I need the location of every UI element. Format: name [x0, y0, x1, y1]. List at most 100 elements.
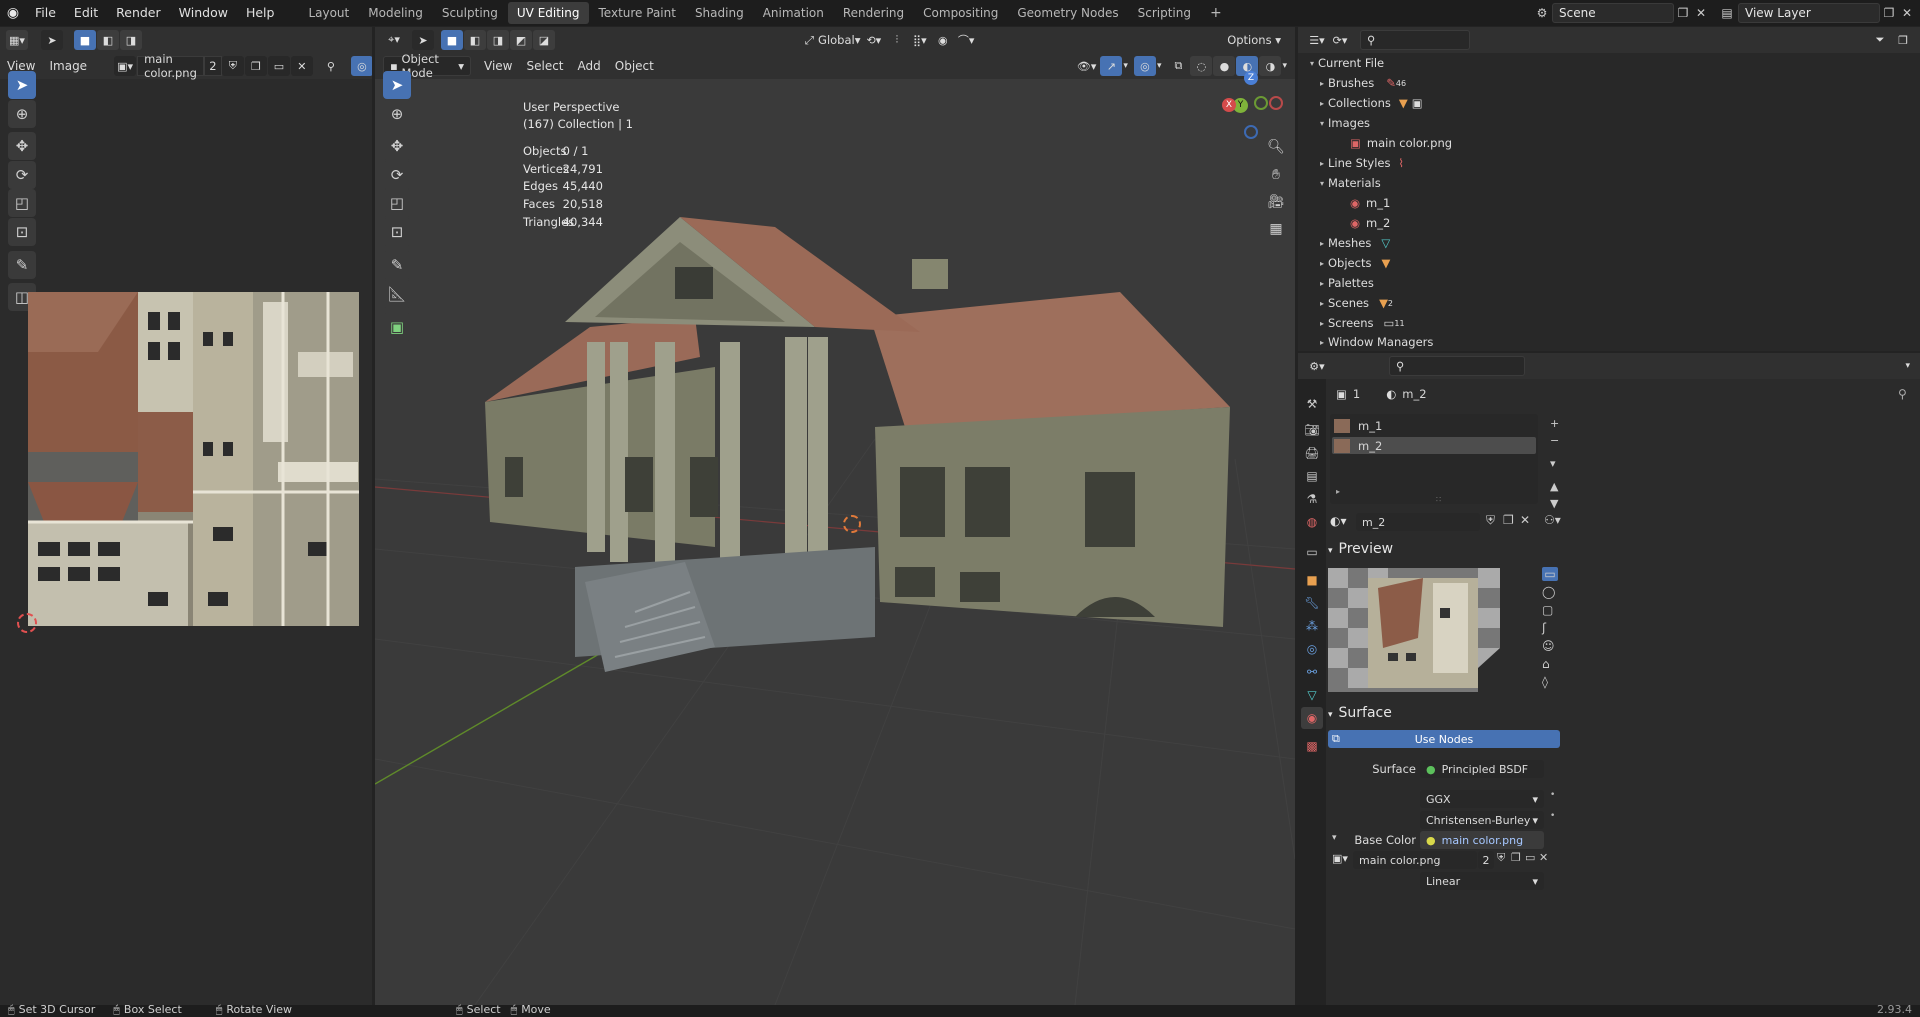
menu-render[interactable]: Render [107, 0, 170, 26]
base-image-open-icon[interactable]: ▭ [1525, 851, 1535, 864]
snap-target-icon[interactable]: ⣿▾ [909, 30, 931, 50]
pivot-point-icon[interactable]: ⟲▾ [863, 30, 885, 50]
select-tool-icon[interactable]: ➤ [41, 30, 63, 50]
properties-options-icon[interactable]: ▾ [1905, 361, 1910, 371]
menu-edit[interactable]: Edit [65, 0, 107, 26]
proportional-edit-icon[interactable]: ◉ [932, 30, 954, 50]
vp-select-box-tool[interactable]: ➤ [383, 71, 411, 99]
distribution-dropdown[interactable]: GGX ▾ [1420, 790, 1544, 808]
slot-list-expand-icon[interactable]: ▸ [1336, 487, 1340, 496]
material-slot-m2[interactable]: m_2 [1332, 437, 1536, 454]
base-image-fake-user-icon[interactable]: ⛨ [1497, 851, 1505, 865]
interpolation-dropdown[interactable]: Linear ▾ [1420, 872, 1544, 890]
data-tab-icon[interactable]: ▽ [1301, 684, 1323, 706]
constraints-tab-icon[interactable]: ⚯ [1301, 661, 1323, 683]
remove-slot-icon[interactable]: − [1550, 434, 1559, 447]
tab-texture-paint[interactable]: Texture Paint [590, 2, 685, 24]
outliner-search-input[interactable]: ⚲ [1360, 30, 1470, 50]
tab-scripting[interactable]: Scripting [1129, 2, 1200, 24]
vp-zoom-icon[interactable]: 🔍︎ [1264, 135, 1288, 159]
scene-icon[interactable]: ⚙ [1532, 6, 1552, 20]
outliner-item-m2[interactable]: ◉ m_2 [1350, 215, 1650, 231]
vp-rotate-tool[interactable]: ⟳ [383, 161, 411, 189]
preview-flat-icon[interactable]: ▭ [1542, 567, 1558, 581]
fake-user-icon[interactable]: ⛨ [221, 56, 244, 76]
viewport-select-subtract-icon[interactable]: ◨ [487, 30, 509, 50]
transform-orientation-dropdown[interactable]: ⤢ Global ▾ [799, 30, 863, 50]
navigation-gizmo[interactable]: Z Y X [1222, 71, 1295, 141]
annotate-tool[interactable]: ✎ [8, 251, 36, 279]
outliner-editor-type-icon[interactable]: ☰▾ [1306, 30, 1328, 50]
shading-menu-icon[interactable]: ▾ [1282, 61, 1287, 71]
properties-search-input[interactable]: ⚲ [1389, 356, 1525, 376]
new-image-icon[interactable]: ❐ [244, 56, 267, 76]
preview-monkey-icon[interactable]: ☺ [1542, 639, 1558, 653]
overlay-menu-icon[interactable]: ▾ [1157, 61, 1162, 71]
render-tab-icon[interactable]: 📷︎ [1301, 419, 1323, 441]
3d-cursor-icon[interactable] [843, 515, 861, 533]
vp-move-tool[interactable]: ✥ [383, 132, 411, 160]
add-slot-icon[interactable]: + [1550, 417, 1559, 430]
gizmo-toggle-icon[interactable]: ◎ [350, 56, 372, 76]
vp-transform-tool[interactable]: ⊡ [383, 218, 411, 246]
menu-help[interactable]: Help [237, 0, 284, 26]
gizmo-icon[interactable]: ↗ [1100, 56, 1123, 76]
outliner-item-materials[interactable]: ▾ Materials [1316, 175, 1616, 191]
xray-icon[interactable]: ⧉ [1167, 56, 1189, 76]
vp-scale-tool[interactable]: ◰ [383, 189, 411, 217]
slot-menu-icon[interactable]: ▾ [1550, 457, 1559, 470]
outliner-item-images[interactable]: ▾ Images [1316, 115, 1616, 131]
outliner-item-scenes[interactable]: ▸ Scenes ▼ 2 [1316, 295, 1616, 311]
tab-layout[interactable]: Layout [299, 2, 358, 24]
base-image-new-icon[interactable]: ❐ [1511, 851, 1521, 864]
vp-measure-tool[interactable]: 📐︎ [383, 280, 411, 308]
tab-animation[interactable]: Animation [754, 2, 833, 24]
move-tool[interactable]: ✥ [8, 132, 36, 160]
world-tab-icon[interactable]: ◍ [1301, 511, 1323, 533]
material-browse-icon[interactable]: ◐▾ [1330, 514, 1347, 528]
transform-tool[interactable]: ⊡ [8, 218, 36, 246]
viewport-menu-object[interactable]: Object [608, 59, 661, 73]
slot-list-resize-handle[interactable]: ∷ [1436, 495, 1441, 504]
snap-icon[interactable]: ⫶ [886, 30, 908, 50]
viewport-menu-view[interactable]: View [477, 59, 519, 73]
subsurface-keyframe-dot[interactable]: • [1550, 811, 1555, 821]
material-unlink-icon[interactable]: ✕ [1520, 513, 1530, 527]
outliner-item-line-styles[interactable]: ▸ Line Styles ⌇ [1316, 155, 1616, 171]
view-layer-field[interactable]: View Layer [1738, 3, 1880, 23]
tab-shading[interactable]: Shading [686, 2, 753, 24]
move-slot-up-icon[interactable]: ▲ [1550, 480, 1559, 493]
base-color-expand-icon[interactable]: ▾ [1332, 833, 1337, 843]
tab-uv-editing[interactable]: UV Editing [507, 2, 589, 24]
select-box-tool[interactable]: ➤ [8, 71, 36, 99]
select-mode-subtract-icon[interactable]: ◨ [120, 30, 142, 50]
outliner-root[interactable]: ▾ Current File [1306, 55, 1606, 71]
menu-file[interactable]: File [26, 0, 65, 26]
move-slot-down-icon[interactable]: ▼ [1550, 497, 1559, 510]
outliner-item-palettes[interactable]: ▸ Palettes [1316, 275, 1616, 291]
viewport-select-intersect-icon[interactable]: ◪ [533, 30, 555, 50]
vp-cursor-tool[interactable]: ⊕ [383, 100, 411, 128]
properties-editor-type-icon[interactable]: ⚙▾ [1306, 356, 1328, 376]
physics-tab-icon[interactable]: ◎ [1301, 638, 1323, 660]
tab-modeling[interactable]: Modeling [359, 2, 432, 24]
wireframe-shading-icon[interactable]: ◌ [1190, 56, 1213, 76]
viewport-menu-add[interactable]: Add [571, 59, 608, 73]
preview-world-icon[interactable]: ⌂ [1542, 657, 1558, 671]
editor-type-icon[interactable]: ▦▾ [6, 30, 28, 50]
material-copy-icon[interactable]: ❐ [1503, 513, 1514, 527]
pin-properties-icon[interactable]: ⚲ [1898, 387, 1907, 401]
overlay-icon[interactable]: ◎ [1133, 56, 1156, 76]
image-users-count[interactable]: 2 [203, 56, 222, 76]
scene-field[interactable]: Scene [1552, 3, 1674, 23]
menu-image[interactable]: Image [42, 59, 94, 73]
unlink-image-icon[interactable]: ✕ [290, 56, 313, 76]
image-browse-icon[interactable]: ▣▾ [114, 56, 137, 76]
material-link-dropdown-icon[interactable]: ⚇▾ [1544, 513, 1561, 527]
object-tab-icon[interactable]: ■ [1301, 569, 1323, 591]
viewport-select-invert-icon[interactable]: ◩ [510, 30, 532, 50]
gizmo-neg-x-axis[interactable] [1269, 96, 1283, 110]
menu-window[interactable]: Window [170, 0, 237, 26]
vp-camera-icon[interactable]: 🎥︎ [1264, 190, 1288, 214]
2d-cursor-icon[interactable] [17, 613, 37, 633]
